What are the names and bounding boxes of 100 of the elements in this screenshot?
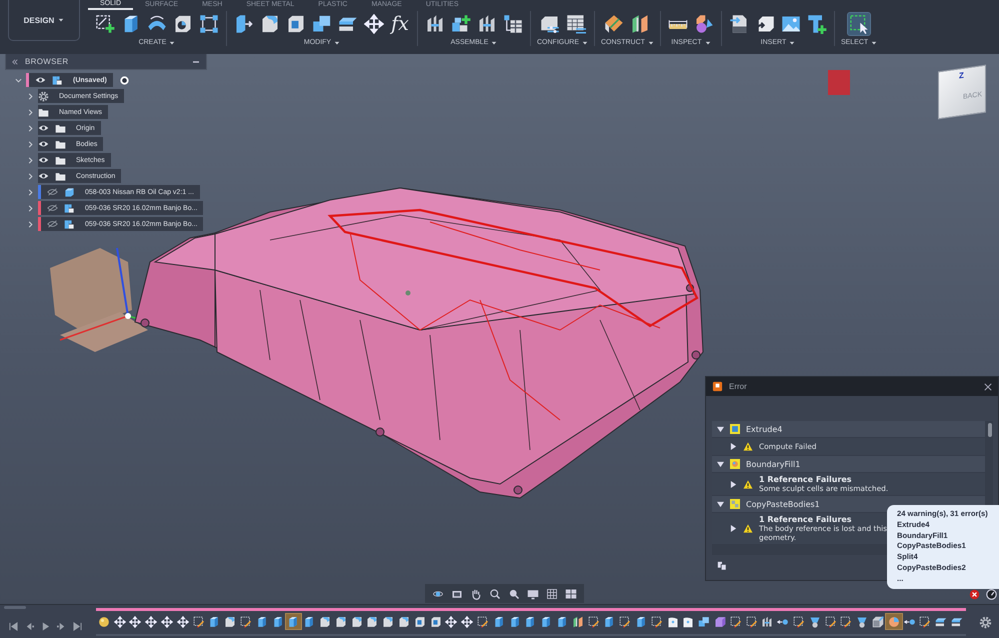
cube-icon <box>64 186 75 198</box>
eye-hidden-icon[interactable] <box>47 188 58 196</box>
skip-start-icon[interactable] <box>9 622 18 631</box>
move-icon <box>445 616 458 628</box>
expand-triangle-icon[interactable] <box>730 480 737 488</box>
timeline-feature[interactable] <box>791 614 807 629</box>
toolbar-button[interactable] <box>363 12 385 34</box>
caret-icon[interactable] <box>27 204 34 212</box>
toolbar-button[interactable] <box>94 12 116 34</box>
toolbar-button[interactable] <box>806 12 828 34</box>
settings-icon[interactable] <box>979 616 992 629</box>
eye-icon[interactable] <box>38 156 49 164</box>
collapse-triangle-icon[interactable] <box>717 500 724 508</box>
toolbar-button[interactable] <box>502 12 524 34</box>
fillet-icon <box>224 616 236 628</box>
toolbar-button[interactable] <box>450 12 472 34</box>
timeline-feature[interactable] <box>143 614 160 629</box>
step-back-icon[interactable] <box>25 622 34 631</box>
zoom-window-icon[interactable] <box>508 588 520 600</box>
hand-icon[interactable] <box>470 588 482 600</box>
error-group-row[interactable]: BoundaryFill1 <box>712 456 985 472</box>
layers-icon <box>935 616 948 628</box>
feature-name: BoundaryFill1 <box>746 460 800 468</box>
sketch-pencil-icon <box>588 616 600 628</box>
eye-icon[interactable] <box>38 172 49 180</box>
caret-icon[interactable] <box>27 124 34 132</box>
display-icon[interactable] <box>527 588 539 600</box>
eye-hidden-icon[interactable] <box>47 204 58 212</box>
expand-triangle-icon[interactable] <box>730 443 737 450</box>
eye-icon[interactable] <box>35 76 46 84</box>
toolbar-button[interactable] <box>564 12 586 34</box>
caret-icon[interactable] <box>27 156 34 164</box>
grid-icon[interactable] <box>546 588 558 600</box>
sketch-pencil-icon <box>619 616 632 628</box>
caret-icon[interactable] <box>27 108 34 116</box>
fillet-icon <box>260 14 280 34</box>
timeline-feature[interactable] <box>128 614 144 629</box>
copy-bodies-icon <box>730 499 740 509</box>
gauge-icon[interactable] <box>986 589 997 600</box>
error-heading: 1 Reference Failures <box>759 515 853 524</box>
fillet-icon <box>366 616 378 628</box>
caret-icon[interactable] <box>27 172 34 180</box>
collapse-icon[interactable] <box>12 58 18 64</box>
layers-icon <box>950 616 963 628</box>
cube-icon <box>556 616 568 628</box>
timeline-feature[interactable] <box>174 614 191 629</box>
timeline-feature[interactable] <box>459 614 476 629</box>
scrollbar-thumb[interactable] <box>4 606 26 609</box>
workspace-dropdown[interactable]: DESIGN <box>8 0 80 41</box>
error-status-icon[interactable] <box>969 589 980 600</box>
toolbar-button[interactable] <box>603 12 626 34</box>
file-import-icon <box>728 14 749 34</box>
play-icon[interactable] <box>41 622 50 631</box>
eye-hidden-icon[interactable] <box>47 220 58 228</box>
caret-icon[interactable] <box>27 188 34 196</box>
warning-icon <box>743 480 753 488</box>
timeline-feature[interactable] <box>112 614 128 629</box>
timeline-feature[interactable] <box>286 614 302 629</box>
caret-icon[interactable] <box>27 140 34 148</box>
sketch-pencil-icon <box>792 616 805 628</box>
push-pull-icon <box>234 14 254 34</box>
timeline-feature[interactable] <box>238 614 254 629</box>
toolbar-button[interactable] <box>848 12 870 34</box>
timeline-feature[interactable] <box>444 614 460 629</box>
folder-icon <box>55 154 66 166</box>
step-forward-icon[interactable] <box>57 622 66 631</box>
collapse-triangle-icon[interactable] <box>717 460 724 468</box>
eye-icon[interactable] <box>38 124 49 132</box>
skip-end-icon[interactable] <box>73 622 82 631</box>
collapse-triangle-icon[interactable] <box>717 426 724 432</box>
sketch-pencil-icon <box>240 616 252 628</box>
timeline-feature[interactable] <box>870 614 886 629</box>
timeline-feature[interactable] <box>96 614 112 629</box>
close-icon[interactable] <box>984 382 992 390</box>
eye-icon[interactable] <box>38 140 49 148</box>
paint-icon <box>888 616 900 628</box>
component-icon <box>52 74 63 86</box>
expand-triangle-icon[interactable] <box>730 525 737 532</box>
timeline-feature[interactable] <box>159 614 175 629</box>
block-icon <box>714 616 726 628</box>
caret-icon[interactable] <box>27 92 34 100</box>
caret-icon[interactable] <box>15 76 22 84</box>
select-icon <box>849 14 870 34</box>
toolbar-button[interactable] <box>198 12 220 34</box>
error-group-row[interactable]: Extrude4 <box>712 421 985 437</box>
function-button[interactable]: fx <box>389 12 411 34</box>
zoom-icon[interactable] <box>489 588 501 600</box>
caret-icon[interactable] <box>27 220 34 228</box>
move-icon <box>145 616 158 628</box>
scrollbar-thumb[interactable] <box>988 423 992 437</box>
warning-icon <box>743 524 753 533</box>
caret-icon <box>58 17 64 23</box>
folder-icon <box>38 106 49 118</box>
copy-icon[interactable] <box>717 561 727 571</box>
viewports-icon[interactable] <box>565 588 577 600</box>
panel-title: BROWSER <box>25 57 70 66</box>
active-indicator-icon[interactable] <box>120 76 129 84</box>
timeline-feature[interactable] <box>475 614 491 629</box>
caret-icon <box>704 40 711 46</box>
cube-icon <box>540 616 552 628</box>
